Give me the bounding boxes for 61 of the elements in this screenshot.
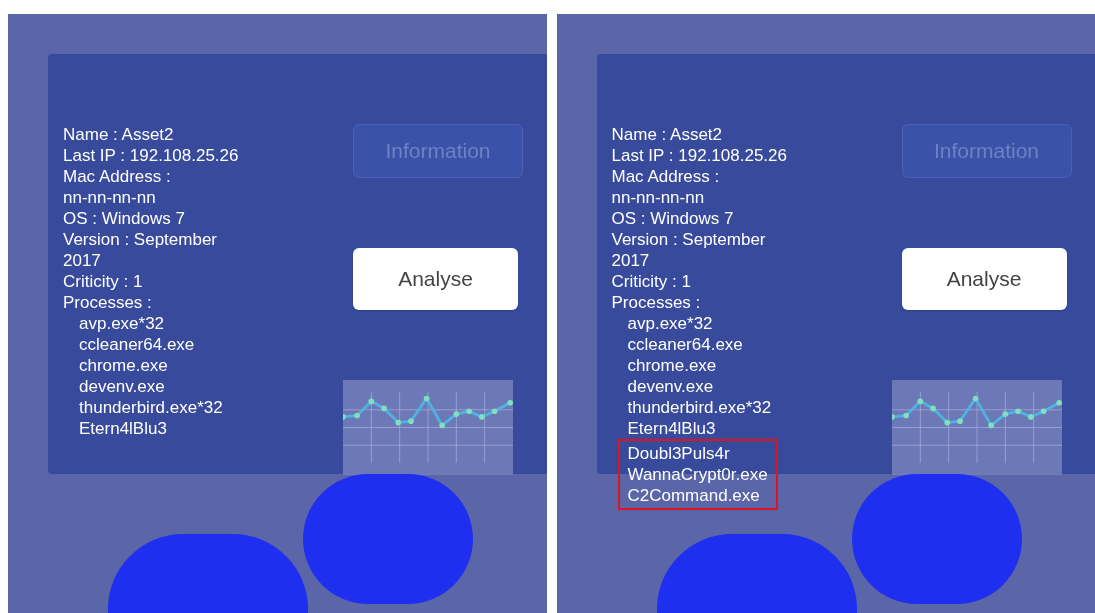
action-button[interactable]: Analyse — [901, 248, 1067, 310]
data-point — [972, 395, 978, 402]
process-name: chrome.exe — [79, 355, 168, 376]
info-line: Mac Address : — [611, 166, 720, 187]
data-point — [343, 414, 346, 420]
info-line: Version : September — [63, 229, 218, 250]
data-point — [491, 408, 498, 415]
info-line: OS : Windows 7 — [63, 208, 185, 229]
info-line: OS : Windows 7 — [611, 208, 734, 229]
data-point — [956, 418, 963, 424]
info-line: Criticity : 1 — [611, 271, 691, 292]
data-point — [479, 414, 485, 420]
data-point — [891, 414, 895, 420]
info-line: Last IP : 192.108.25.26 — [63, 145, 239, 166]
data-point — [395, 419, 402, 426]
process-name: Doubl3Puls4r — [627, 443, 730, 464]
info-line: nn-nn-nn-nn — [63, 187, 156, 208]
data-point — [423, 395, 430, 402]
process-name: WannaCrypt0r.exe — [627, 464, 768, 485]
info-line: Last IP : 192.108.25.26 — [611, 145, 787, 166]
process-name: ccleaner64.exe — [79, 334, 195, 355]
data-point — [1027, 414, 1034, 420]
info-line: nn-nn-nn-nn — [611, 187, 705, 208]
data-point — [987, 422, 994, 429]
data-point — [1055, 399, 1062, 406]
process-name: thunderbird.exe*32 — [627, 397, 772, 418]
info-line: Processes : — [611, 292, 701, 313]
data-point — [929, 405, 936, 412]
data-point — [368, 398, 375, 405]
data-point — [943, 419, 950, 426]
data-point — [439, 422, 445, 429]
data-point — [381, 405, 387, 412]
action-button[interactable]: Analyse — [353, 248, 518, 310]
info-line: Name : Asset2 — [611, 124, 723, 145]
process-name: chrome.exe — [627, 355, 717, 376]
data-point — [408, 418, 414, 424]
process-name: devenv.exe — [627, 376, 714, 397]
data-point — [1002, 411, 1008, 417]
data-point — [507, 399, 513, 406]
process-name: C2Command.exe — [627, 485, 760, 506]
process-name: Etern4lBlu3 — [627, 418, 716, 439]
data-point — [1014, 408, 1021, 415]
process-name: devenv.exe — [79, 376, 165, 397]
info-line: Version : September — [611, 229, 766, 250]
info-line: Name : Asset2 — [63, 124, 174, 145]
info-line: Criticity : 1 — [63, 271, 143, 292]
data-point — [1040, 408, 1046, 415]
info-line: Processes : — [63, 292, 152, 313]
data-point — [466, 408, 472, 415]
info-line: 2017 — [611, 250, 650, 271]
data-point — [354, 412, 360, 419]
process-name: ccleaner64.exe — [627, 334, 743, 355]
data-point — [917, 398, 923, 405]
process-name: Etern4lBlu3 — [79, 418, 167, 439]
process-name: avp.exe*32 — [79, 313, 165, 334]
data-point — [453, 411, 460, 417]
info-line: Mac Address : — [63, 166, 171, 187]
process-name: thunderbird.exe*32 — [79, 397, 223, 418]
process-name: avp.exe*32 — [627, 313, 713, 334]
data-point — [902, 412, 909, 419]
info-line: 2017 — [63, 250, 101, 271]
